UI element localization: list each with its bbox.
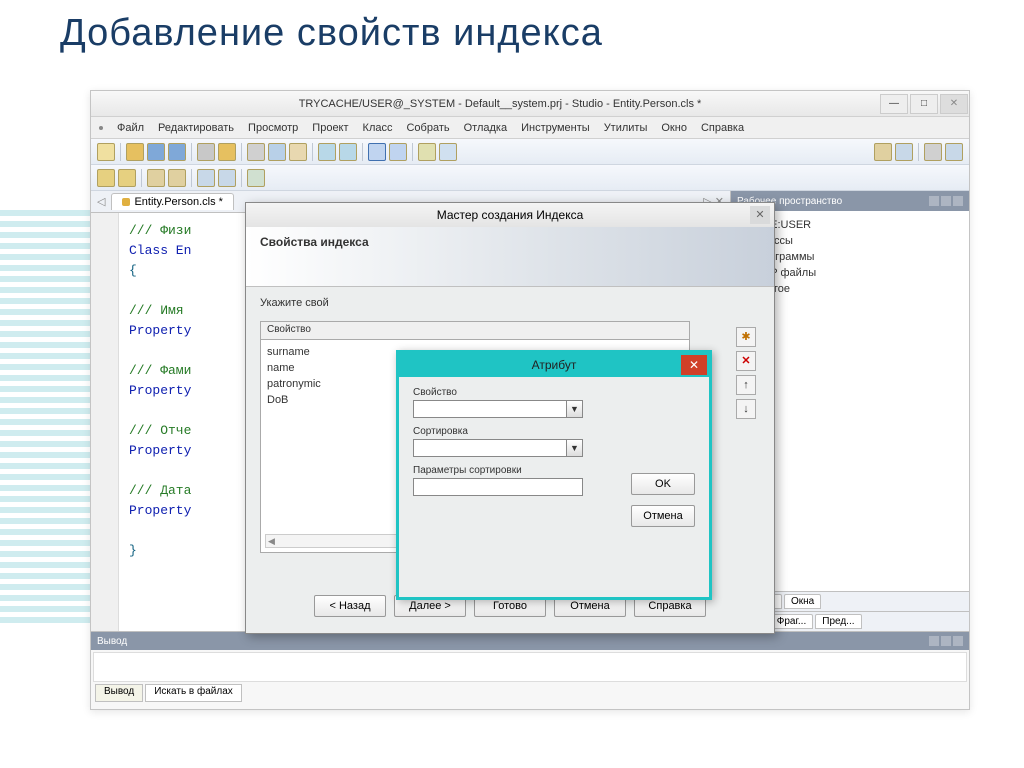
nav-icon-4[interactable] (168, 169, 186, 187)
view-icon-2[interactable] (389, 143, 407, 161)
property-column-header: Свойство (261, 322, 689, 340)
cut-icon[interactable] (247, 143, 265, 161)
export-icon[interactable] (218, 143, 236, 161)
print-icon[interactable] (197, 143, 215, 161)
nav-icon-5[interactable] (197, 169, 215, 187)
sort-label: Сортировка (413, 426, 695, 437)
toolbar-secondary (91, 165, 969, 191)
menu-window[interactable]: Окно (661, 122, 687, 134)
move-down-button[interactable]: ↓ (736, 399, 756, 419)
output-tab-find[interactable]: Искать в файлах (145, 684, 242, 702)
nav-icon-6[interactable] (218, 169, 236, 187)
new-icon[interactable] (97, 143, 115, 161)
save-all-icon[interactable] (168, 143, 186, 161)
gutter (91, 213, 119, 631)
output-header: Вывод (97, 636, 127, 647)
open-icon[interactable] (126, 143, 144, 161)
decorative-stripes (0, 210, 90, 630)
nav-icon-7[interactable] (247, 169, 265, 187)
panel-menu-icon[interactable] (929, 196, 939, 206)
side-tab2-2[interactable]: Фраг... (770, 614, 814, 629)
tool-icon-2[interactable] (439, 143, 457, 161)
delete-property-button[interactable]: ✕ (736, 351, 756, 371)
property-dropdown-icon[interactable]: ▼ (567, 400, 583, 418)
sortparams-input[interactable] (413, 478, 583, 496)
toolbar-primary (91, 139, 969, 165)
maximize-button[interactable]: □ (910, 94, 938, 114)
wizard-title: Мастер создания Индекса (437, 208, 584, 222)
redo-icon[interactable] (339, 143, 357, 161)
side-tab2-3[interactable]: Пред... (815, 614, 861, 629)
back-button[interactable]: < Назад (314, 595, 386, 617)
tool-icon-1[interactable] (418, 143, 436, 161)
sort-combo-input[interactable] (413, 439, 567, 457)
attribute-title: Атрибут (532, 358, 577, 372)
right-tool-3[interactable] (924, 143, 942, 161)
side-tab-windows[interactable]: Окна (784, 594, 821, 609)
menu-project[interactable]: Проект (312, 122, 348, 134)
output-panel: Вывод Вывод Искать в файлах (91, 631, 969, 699)
right-tool-2[interactable] (895, 143, 913, 161)
wizard-instruction: Укажите свой (260, 297, 760, 309)
move-up-button[interactable]: ↑ (736, 375, 756, 395)
panel-close-icon[interactable] (953, 196, 963, 206)
sort-dropdown-icon[interactable]: ▼ (567, 439, 583, 457)
attribute-dialog: Атрибут ✕ Свойство ▼ Сортировка ▼ Параме… (396, 350, 712, 600)
right-tool-4[interactable] (945, 143, 963, 161)
nav-icon-2[interactable] (118, 169, 136, 187)
tab-label: Entity.Person.cls * (134, 196, 222, 208)
copy-icon[interactable] (268, 143, 286, 161)
window-title: TRYCACHE/USER@_SYSTEM - Default__system.… (121, 98, 879, 110)
nav-icon-1[interactable] (97, 169, 115, 187)
menu-tools[interactable]: Инструменты (521, 122, 590, 134)
panel-pin-icon[interactable] (941, 196, 951, 206)
add-property-button[interactable]: ✱ (736, 327, 756, 347)
view-icon-1[interactable] (368, 143, 386, 161)
editor-tab[interactable]: Entity.Person.cls * (111, 193, 233, 210)
ok-button[interactable]: OK (631, 473, 695, 495)
menu-utilities[interactable]: Утилиты (604, 122, 648, 134)
wizard-banner-title: Свойства индекса (260, 235, 369, 249)
menu-edit[interactable]: Редактировать (158, 122, 234, 134)
menu-build[interactable]: Собрать (406, 122, 449, 134)
menu-debug[interactable]: Отладка (464, 122, 507, 134)
wizard-close-button[interactable]: ✕ (750, 206, 770, 224)
property-combo-input[interactable] (413, 400, 567, 418)
slide-title: Добавление свойств индекса (0, 0, 1024, 55)
file-icon (122, 198, 130, 206)
property-label: Свойство (413, 387, 695, 398)
menu-class[interactable]: Класс (363, 122, 393, 134)
output-tab-output[interactable]: Вывод (95, 684, 143, 702)
menu-file[interactable]: Файл (117, 122, 144, 134)
close-button[interactable]: ✕ (940, 94, 968, 114)
paste-icon[interactable] (289, 143, 307, 161)
menubar: Файл Редактировать Просмотр Проект Класс… (91, 117, 969, 139)
menu-help[interactable]: Справка (701, 122, 744, 134)
output-body[interactable] (93, 652, 967, 682)
minimize-button[interactable]: — (880, 94, 908, 114)
attr-cancel-button[interactable]: Отмена (631, 505, 695, 527)
attribute-close-button[interactable]: ✕ (681, 355, 707, 375)
undo-icon[interactable] (318, 143, 336, 161)
nav-icon-3[interactable] (147, 169, 165, 187)
right-tool-1[interactable] (874, 143, 892, 161)
titlebar: TRYCACHE/USER@_SYSTEM - Default__system.… (91, 91, 969, 117)
save-icon[interactable] (147, 143, 165, 161)
menu-view[interactable]: Просмотр (248, 122, 298, 134)
